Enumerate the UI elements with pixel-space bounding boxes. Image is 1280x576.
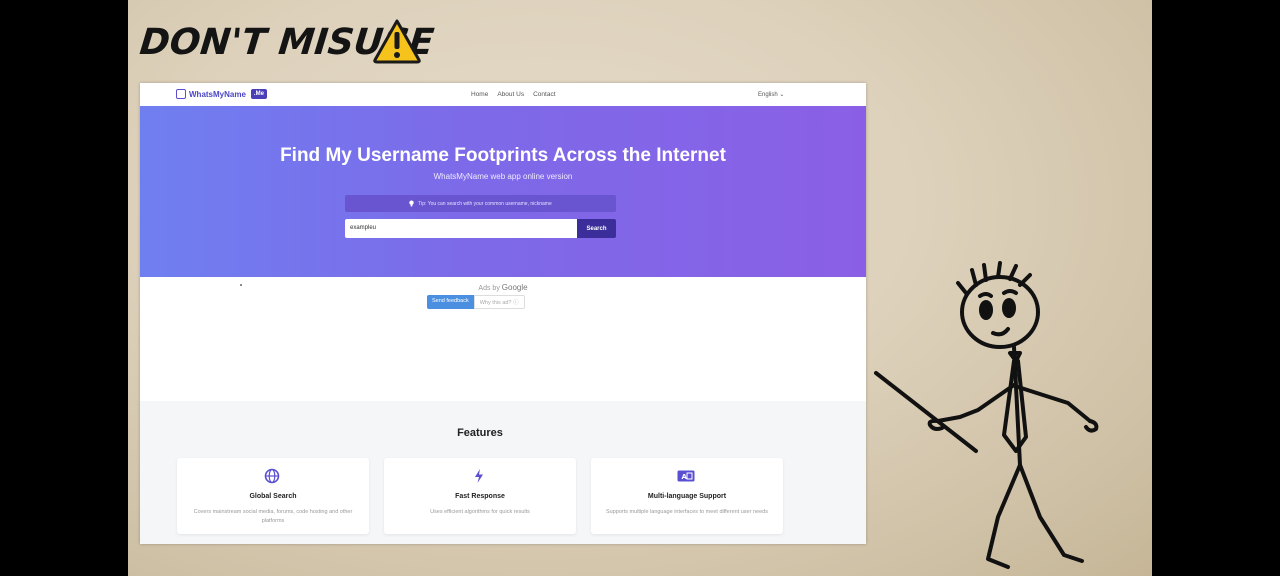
- lightning-icon: [475, 469, 483, 483]
- ads-label: Ads by Google: [140, 283, 866, 292]
- search-button[interactable]: Search: [577, 219, 616, 238]
- features-section: Features Global Search Covers mainstream…: [140, 401, 866, 544]
- language-selector[interactable]: English ⌄: [758, 91, 784, 98]
- feature-desc: Covers mainstream social media, forums, …: [193, 509, 353, 524]
- browser-screenshot: WhatsMyName .Me Home About Us Contact En…: [140, 83, 866, 544]
- tip-text: Tip: You can search with your common use…: [418, 200, 552, 207]
- paper-background: DON'T MISUSE WhatsMyName .Me Home About …: [128, 0, 1152, 576]
- feature-desc: Supports multiple language interfaces to…: [606, 509, 768, 515]
- username-search-input[interactable]: examplеu: [345, 219, 577, 238]
- nav-contact-link[interactable]: Contact: [533, 91, 555, 98]
- nav-links: Home About Us Contact: [471, 91, 556, 98]
- features-title: Features: [457, 427, 503, 439]
- send-feedback-button[interactable]: Send feedback: [427, 295, 474, 309]
- logo-badge: .Me: [250, 89, 267, 99]
- feature-title: Multi-language Support: [647, 493, 727, 500]
- lightbulb-icon: [409, 200, 414, 207]
- search-form: examplеu Search: [345, 219, 616, 238]
- hero-title: Find My Username Footprints Across the I…: [280, 145, 726, 166]
- translate-icon: A: [677, 470, 695, 482]
- why-this-ad-button[interactable]: Why this ad? ⓘ: [473, 295, 525, 309]
- warning-triangle-icon: [373, 19, 421, 64]
- site-navbar: WhatsMyName .Me Home About Us Contact En…: [140, 83, 866, 106]
- logo-text: WhatsMyName: [189, 89, 246, 99]
- feature-card-fast-response: Fast Response Uses efficient algorithms …: [384, 458, 576, 534]
- logo-icon: [176, 89, 186, 99]
- nav-about-link[interactable]: About Us: [497, 91, 524, 98]
- feature-card-global-search: Global Search Covers mainstream social m…: [177, 458, 369, 534]
- tip-banner: Tip: You can search with your common use…: [345, 195, 616, 212]
- feature-card-multi-language: A Multi-language Support Supports multip…: [591, 458, 783, 534]
- feature-title: Fast Response: [455, 493, 505, 500]
- hero-section: Find My Username Footprints Across the I…: [140, 106, 866, 277]
- google-text: Google: [501, 283, 528, 292]
- stick-figure-illustration: [874, 261, 1099, 569]
- globe-icon: [264, 468, 280, 484]
- feature-title: Global Search: [249, 493, 297, 500]
- ad-feedback-buttons: Send feedback Why this ad? ⓘ: [427, 295, 525, 309]
- hero-subtitle: WhatsMyName web app online version: [433, 172, 573, 181]
- ads-by-text: Ads by: [478, 285, 500, 292]
- site-logo[interactable]: WhatsMyName .Me: [176, 89, 267, 99]
- feature-desc: Uses efficient algorithms for quick resu…: [430, 509, 530, 515]
- nav-home-link[interactable]: Home: [471, 91, 488, 98]
